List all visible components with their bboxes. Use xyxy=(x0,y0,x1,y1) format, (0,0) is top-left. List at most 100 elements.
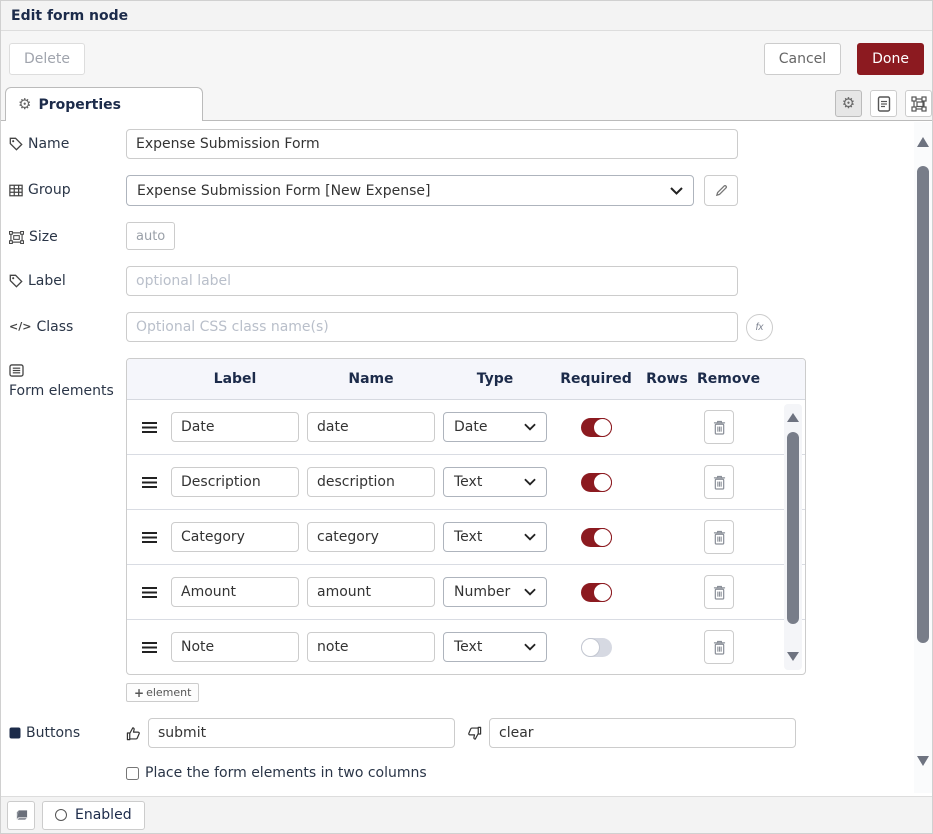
col-name: Name xyxy=(307,371,435,387)
node-help-button[interactable] xyxy=(7,801,35,830)
size-auto-button[interactable]: auto xyxy=(126,222,175,250)
trash-icon xyxy=(713,530,726,545)
drag-handle-icon[interactable] xyxy=(135,587,163,598)
required-toggle[interactable] xyxy=(581,528,612,547)
appearance-icon xyxy=(911,96,927,112)
list-icon xyxy=(9,364,24,377)
drag-handle-icon[interactable] xyxy=(135,532,163,543)
label-input[interactable] xyxy=(126,266,738,296)
env-var-button[interactable]: fx xyxy=(746,314,773,341)
tab-properties-label: Properties xyxy=(38,97,121,113)
properties-gear-button[interactable]: ⚙ xyxy=(835,90,862,117)
chevron-down-icon xyxy=(524,588,536,596)
required-toggle[interactable] xyxy=(581,638,612,657)
group-row: Group Expense Submission Form [New Expen… xyxy=(9,175,916,206)
gear-icon: ⚙ xyxy=(18,97,31,112)
add-element-button[interactable]: + element xyxy=(126,683,199,702)
square-icon xyxy=(9,727,21,739)
edit-group-button[interactable] xyxy=(704,175,738,206)
status-circle-icon xyxy=(55,809,67,821)
tag-icon xyxy=(9,274,23,288)
trash-icon xyxy=(713,475,726,490)
delete-element-button[interactable] xyxy=(704,520,734,554)
name-input[interactable] xyxy=(126,129,738,159)
object-group-icon xyxy=(9,231,24,244)
element-name-input[interactable] xyxy=(307,577,435,607)
size-label: Size xyxy=(9,222,126,247)
label-row: Label xyxy=(9,266,916,296)
description-doc-button[interactable] xyxy=(870,90,897,117)
dialog-header: Edit form node xyxy=(1,1,932,31)
buttons-controls xyxy=(126,718,796,748)
submit-button-text-input[interactable] xyxy=(148,718,455,748)
element-name-input[interactable] xyxy=(307,522,435,552)
trash-icon xyxy=(713,585,726,600)
panel-scrollbar[interactable] xyxy=(914,122,932,793)
two-columns-label[interactable]: Place the form elements in two columns xyxy=(145,765,427,781)
tab-properties[interactable]: ⚙ Properties xyxy=(5,87,203,121)
class-label: </> Class xyxy=(9,312,126,337)
chevron-down-icon xyxy=(524,533,536,541)
two-columns-checkbox[interactable] xyxy=(126,767,139,780)
chevron-down-icon xyxy=(670,187,683,195)
required-toggle[interactable] xyxy=(581,583,612,602)
chevron-down-icon xyxy=(524,423,536,431)
element-label-input[interactable] xyxy=(171,412,299,442)
drag-handle-icon[interactable] xyxy=(135,422,163,433)
element-type-select[interactable]: Date xyxy=(443,412,547,442)
element-label-input[interactable] xyxy=(171,577,299,607)
done-button[interactable]: Done xyxy=(857,43,924,75)
edit-form-node-dialog: Edit form node Delete Cancel Done ⚙ Prop… xyxy=(0,0,933,834)
enabled-toggle-button[interactable]: Enabled xyxy=(42,801,145,830)
cancel-button[interactable]: Cancel xyxy=(764,43,841,75)
element-label-input[interactable] xyxy=(171,522,299,552)
scroll-down-arrow-icon[interactable] xyxy=(917,756,929,766)
delete-element-button[interactable] xyxy=(704,575,734,609)
dialog-title: Edit form node xyxy=(11,8,128,24)
element-name-input[interactable] xyxy=(307,467,435,497)
element-type-select[interactable]: Text xyxy=(443,522,547,552)
clear-button-text-input[interactable] xyxy=(489,718,796,748)
form-element-row: Number xyxy=(127,565,805,620)
delete-element-button[interactable] xyxy=(704,465,734,499)
properties-panel: Name Group Expense Submission Form [New … xyxy=(1,122,916,793)
group-label: Group xyxy=(9,175,126,200)
elements-scrollbar[interactable] xyxy=(784,404,802,670)
scroll-up-arrow-icon[interactable] xyxy=(917,137,929,147)
form-elements-header: Label Name Type Required Rows Remove xyxy=(127,359,805,400)
size-row: Size auto xyxy=(9,222,916,250)
scrollbar-thumb[interactable] xyxy=(917,166,929,643)
element-label-input[interactable] xyxy=(171,467,299,497)
element-type-select[interactable]: Text xyxy=(443,467,547,497)
drag-handle-icon[interactable] xyxy=(135,477,163,488)
element-type-select[interactable]: Text xyxy=(443,632,547,662)
required-toggle[interactable] xyxy=(581,418,612,437)
appearance-button[interactable] xyxy=(905,90,932,117)
tab-bar-icon-buttons: ⚙ xyxy=(835,90,932,117)
element-type-select[interactable]: Number xyxy=(443,577,547,607)
pencil-icon xyxy=(715,184,728,197)
chevron-down-icon xyxy=(524,478,536,486)
form-elements-widget: Label Name Type Required Rows Remove xyxy=(126,358,806,702)
element-name-input[interactable] xyxy=(307,412,435,442)
required-toggle[interactable] xyxy=(581,473,612,492)
group-select[interactable]: Expense Submission Form [New Expense] xyxy=(126,175,694,206)
scroll-up-arrow-icon[interactable] xyxy=(787,413,799,422)
drag-handle-icon[interactable] xyxy=(135,642,163,653)
enabled-label: Enabled xyxy=(75,807,132,823)
form-elements-label: Form elements xyxy=(9,358,126,401)
scroll-down-arrow-icon[interactable] xyxy=(787,652,799,661)
trash-icon xyxy=(713,640,726,655)
name-label: Name xyxy=(9,129,126,154)
dialog-footer: Enabled xyxy=(1,796,933,833)
delete-button[interactable]: Delete xyxy=(9,43,85,75)
scrollbar-thumb[interactable] xyxy=(787,432,799,624)
delete-element-button[interactable] xyxy=(704,630,734,664)
element-name-input[interactable] xyxy=(307,632,435,662)
buttons-row: Buttons xyxy=(9,718,916,748)
element-label-input[interactable] xyxy=(171,632,299,662)
delete-element-button[interactable] xyxy=(704,410,734,444)
class-input[interactable] xyxy=(126,312,738,342)
form-element-row: Text xyxy=(127,510,805,565)
col-required: Required xyxy=(555,371,637,387)
